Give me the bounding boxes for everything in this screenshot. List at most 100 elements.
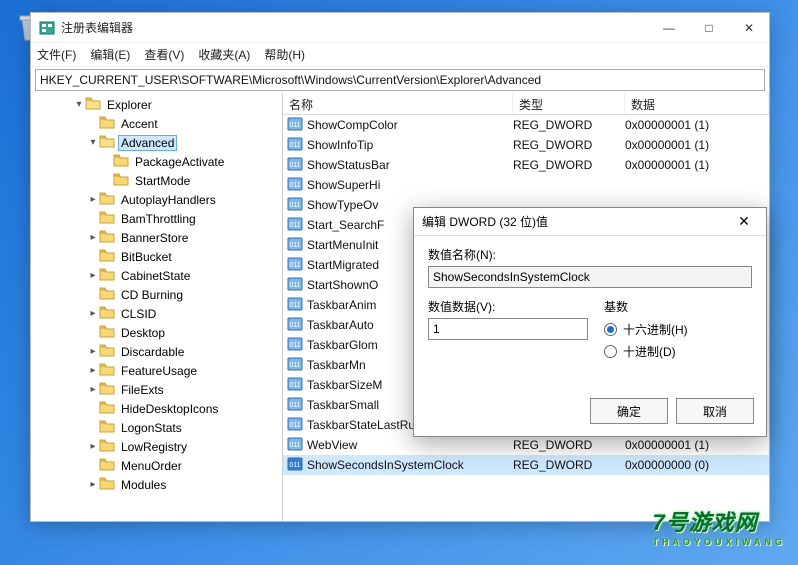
svg-text:011: 011 xyxy=(289,182,300,189)
folder-icon xyxy=(99,248,119,265)
list-row[interactable]: 011ShowStatusBarREG_DWORD0x00000001 (1) xyxy=(283,155,769,175)
tree-item[interactable]: ▸MenuOrder xyxy=(31,456,282,475)
tree-item[interactable]: ▸PackageActivate xyxy=(31,152,282,171)
tree-item[interactable]: ▸BamThrottling xyxy=(31,209,282,228)
dword-icon: 011 xyxy=(287,337,307,354)
tree-item[interactable]: ▸Desktop xyxy=(31,323,282,342)
dword-icon: 011 xyxy=(287,217,307,234)
tree-item-label: CD Burning xyxy=(119,288,185,302)
ok-button[interactable]: 确定 xyxy=(590,398,668,424)
menu-help[interactable]: 帮助(H) xyxy=(264,46,305,63)
maximize-button[interactable]: □ xyxy=(689,13,729,43)
value-name: StartMenuInit xyxy=(307,238,378,252)
chevron-right-icon[interactable]: ▸ xyxy=(87,308,99,319)
chevron-right-icon[interactable]: ▸ xyxy=(87,384,99,395)
address-text: HKEY_CURRENT_USER\SOFTWARE\Microsoft\Win… xyxy=(40,73,541,87)
folder-icon xyxy=(113,172,133,189)
list-row[interactable]: 011WebViewREG_DWORD0x00000001 (1) xyxy=(283,435,769,455)
column-type[interactable]: 类型 xyxy=(513,93,625,114)
value-name: TaskbarMn xyxy=(307,358,366,372)
svg-text:011: 011 xyxy=(289,242,300,249)
list-row[interactable]: 011ShowSecondsInSystemClockREG_DWORD0x00… xyxy=(283,455,769,475)
close-button[interactable]: ✕ xyxy=(729,13,769,43)
dword-icon: 011 xyxy=(287,317,307,334)
dword-icon: 011 xyxy=(287,377,307,394)
chevron-down-icon[interactable]: ▾ xyxy=(73,99,85,110)
value-data-field[interactable] xyxy=(428,318,588,340)
tree-item[interactable]: ▸BitBucket xyxy=(31,247,282,266)
tree-item[interactable]: ▸ LowRegistry xyxy=(31,437,282,456)
titlebar[interactable]: 注册表编辑器 — □ ✕ xyxy=(31,13,769,43)
tree-item-label: LowRegistry xyxy=(119,440,189,454)
svg-text:011: 011 xyxy=(289,222,300,229)
value-data-label: 数值数据(V): xyxy=(428,298,588,315)
dialog-close-button[interactable]: ✕ xyxy=(730,208,758,236)
radio-dec[interactable]: 十进制(D) xyxy=(604,340,688,362)
tree-item[interactable]: ▸ Modules xyxy=(31,475,282,494)
chevron-right-icon[interactable]: ▸ xyxy=(87,232,99,243)
list-row[interactable]: 011ShowInfoTipREG_DWORD0x00000001 (1) xyxy=(283,135,769,155)
list-row[interactable]: 011ShowSuperHi xyxy=(283,175,769,195)
menu-favorites[interactable]: 收藏夹(A) xyxy=(198,46,250,63)
dword-icon: 011 xyxy=(287,457,307,474)
menu-edit[interactable]: 编辑(E) xyxy=(90,46,130,63)
menu-view[interactable]: 查看(V) xyxy=(144,46,184,63)
tree-item[interactable]: ▸ BannerStore xyxy=(31,228,282,247)
radio-hex[interactable]: 十六进制(H) xyxy=(604,318,688,340)
tree-item[interactable]: ▸LogonStats xyxy=(31,418,282,437)
chevron-down-icon[interactable]: ▾ xyxy=(87,137,99,148)
chevron-right-icon[interactable]: ▸ xyxy=(87,270,99,281)
cancel-button[interactable]: 取消 xyxy=(676,398,754,424)
tree-item[interactable]: ▸Accent xyxy=(31,114,282,133)
tree-item[interactable]: ▾Explorer xyxy=(31,95,282,114)
value-name: TaskbarGlom xyxy=(307,338,378,352)
chevron-right-icon[interactable]: ▸ xyxy=(87,194,99,205)
dword-icon: 011 xyxy=(287,417,307,434)
tree-item-label: MenuOrder xyxy=(119,459,184,473)
tree-item[interactable]: ▸ Discardable xyxy=(31,342,282,361)
column-data[interactable]: 数据 xyxy=(625,93,769,114)
tree-item[interactable]: ▸CabinetState xyxy=(31,266,282,285)
svg-text:011: 011 xyxy=(289,142,300,149)
chevron-right-icon[interactable]: ▸ xyxy=(87,365,99,376)
tree-item[interactable]: ▸HideDesktopIcons xyxy=(31,399,282,418)
tree-item-label: Modules xyxy=(119,478,168,492)
radio-icon xyxy=(604,323,617,336)
dialog-titlebar[interactable]: 编辑 DWORD (32 位)值 ✕ xyxy=(414,208,766,236)
tree-item[interactable]: ▸FileExts xyxy=(31,380,282,399)
list-row[interactable]: 011ShowCompColorREG_DWORD0x00000001 (1) xyxy=(283,115,769,135)
tree-item-label: Advanced xyxy=(119,136,176,150)
tree-item[interactable]: ▾ Advanced xyxy=(31,133,282,152)
tree-item[interactable]: ▸CLSID xyxy=(31,304,282,323)
tree-item-label: BamThrottling xyxy=(119,212,198,226)
svg-text:011: 011 xyxy=(289,162,300,169)
dword-icon: 011 xyxy=(287,257,307,274)
chevron-right-icon[interactable]: ▸ xyxy=(87,441,99,452)
tree-item[interactable]: ▸AutoplayHandlers xyxy=(31,190,282,209)
folder-icon xyxy=(99,343,119,360)
column-name[interactable]: 名称 xyxy=(283,93,513,114)
dword-icon: 011 xyxy=(287,277,307,294)
chevron-right-icon[interactable]: ▸ xyxy=(87,346,99,357)
tree-pane[interactable]: ▾Explorer▸Accent ▾ Advanced ▸PackageActivat… xyxy=(31,93,283,521)
svg-text:011: 011 xyxy=(289,282,300,289)
minimize-button[interactable]: — xyxy=(649,13,689,43)
value-name: TaskbarAnim xyxy=(307,298,376,312)
tree-item[interactable]: ▸CD Burning xyxy=(31,285,282,304)
dword-icon: 011 xyxy=(287,157,307,174)
menubar: 文件(F) 编辑(E) 查看(V) 收藏夹(A) 帮助(H) xyxy=(31,43,769,67)
address-bar[interactable]: HKEY_CURRENT_USER\SOFTWARE\Microsoft\Win… xyxy=(35,69,765,91)
chevron-right-icon[interactable]: ▸ xyxy=(87,479,99,490)
folder-icon xyxy=(113,153,133,170)
tree-item-label: Discardable xyxy=(119,345,186,359)
value-name: TaskbarSizeM xyxy=(307,378,382,392)
tree-item[interactable]: ▸StartMode xyxy=(31,171,282,190)
list-header: 名称 类型 数据 xyxy=(283,93,769,115)
edit-dword-dialog: 编辑 DWORD (32 位)值 ✕ 数值名称(N): 数值数据(V): 基数 … xyxy=(413,207,767,437)
menu-file[interactable]: 文件(F) xyxy=(37,46,76,63)
svg-text:011: 011 xyxy=(289,262,300,269)
tree-item[interactable]: ▸ FeatureUsage xyxy=(31,361,282,380)
value-name: ShowTypeOv xyxy=(307,198,378,212)
tree-item-label: FeatureUsage xyxy=(119,364,199,378)
tree-item-label: BannerStore xyxy=(119,231,190,245)
